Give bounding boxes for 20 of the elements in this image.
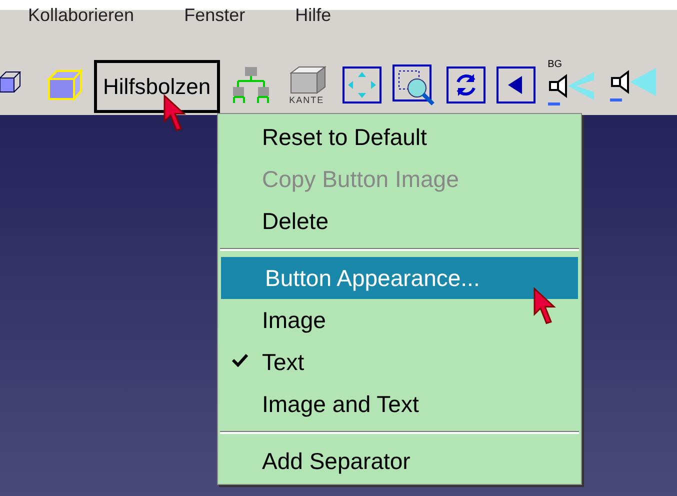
checkmark-icon: [232, 353, 248, 367]
menu-item[interactable]: Button Appearance...: [221, 257, 578, 299]
menu-item[interactable]: Image: [218, 299, 581, 341]
menu-item[interactable]: Reset to Default: [218, 116, 581, 158]
rotate-icon[interactable]: [446, 66, 486, 104]
move-icon[interactable]: [342, 66, 382, 104]
menu-item[interactable]: Delete: [218, 200, 581, 242]
icon-label: BG: [548, 60, 562, 70]
spotlight-icon[interactable]: [608, 66, 658, 104]
menu-item[interactable]: Kollaborieren: [28, 6, 134, 24]
spotlight-icon[interactable]: [546, 70, 596, 108]
cube-icon[interactable]: [46, 68, 84, 102]
menu-item[interactable]: Image and Text: [218, 383, 581, 425]
menu-item[interactable]: Text: [218, 341, 581, 383]
toolbar-button[interactable]: Hilfsbolzen: [94, 60, 220, 112]
menu-item[interactable]: Add Separator: [218, 440, 581, 482]
zoom-area-icon[interactable]: [392, 64, 436, 106]
icon-label: KANTE: [289, 95, 324, 105]
menu-item[interactable]: Hilfe: [295, 6, 332, 24]
menu-item[interactable]: Fenster: [184, 6, 246, 24]
